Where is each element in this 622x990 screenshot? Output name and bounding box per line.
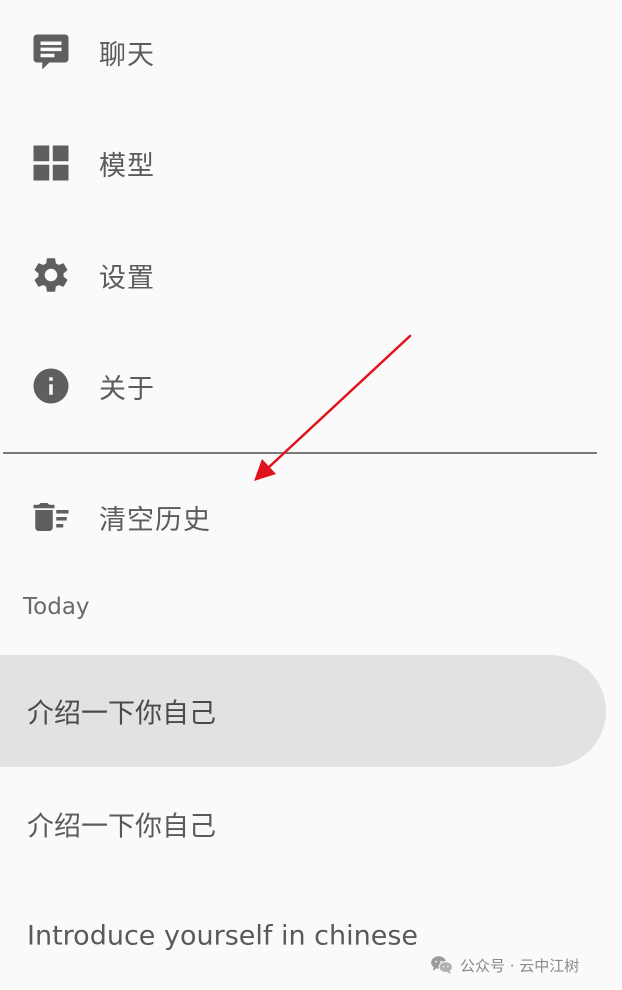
history-section-title: Today <box>23 594 90 620</box>
divider <box>3 452 597 454</box>
delete-sweep-icon <box>33 503 69 531</box>
history-item-label: Introduce yourself in chinese <box>27 920 419 952</box>
nav-item-settings[interactable]: 设置 <box>0 235 600 315</box>
history-item-label: 介绍一下你自己 <box>27 698 216 730</box>
watermark-text: 公众号 · 云中江树 <box>460 956 580 975</box>
nav-label-models: 模型 <box>99 150 155 182</box>
watermark: 公众号 · 云中江树 <box>430 953 579 977</box>
grid-icon <box>33 145 69 181</box>
nav-item-chat[interactable]: 聊天 <box>0 12 600 92</box>
nav-item-about[interactable]: 关于 <box>0 346 600 426</box>
wechat-icon <box>431 956 453 975</box>
nav-label-about: 关于 <box>99 373 155 405</box>
nav-label-settings: 设置 <box>99 262 155 294</box>
clear-history-button[interactable]: 清空历史 <box>0 477 600 557</box>
history-item[interactable]: 介绍一下你自己 <box>0 768 606 880</box>
info-icon <box>33 368 69 404</box>
navigation-drawer: 聊天 模型 设置 关于 清空历史 Today 介绍一下你自己 介绍一下你自己 I… <box>0 0 622 990</box>
clear-history-label: 清空历史 <box>99 504 211 536</box>
nav-label-chat: 聊天 <box>99 39 155 71</box>
chat-icon <box>33 34 69 70</box>
history-item-label: 介绍一下你自己 <box>27 811 216 843</box>
nav-item-models[interactable]: 模型 <box>0 123 600 203</box>
history-item[interactable]: 介绍一下你自己 <box>0 655 606 767</box>
gear-icon <box>34 258 68 292</box>
